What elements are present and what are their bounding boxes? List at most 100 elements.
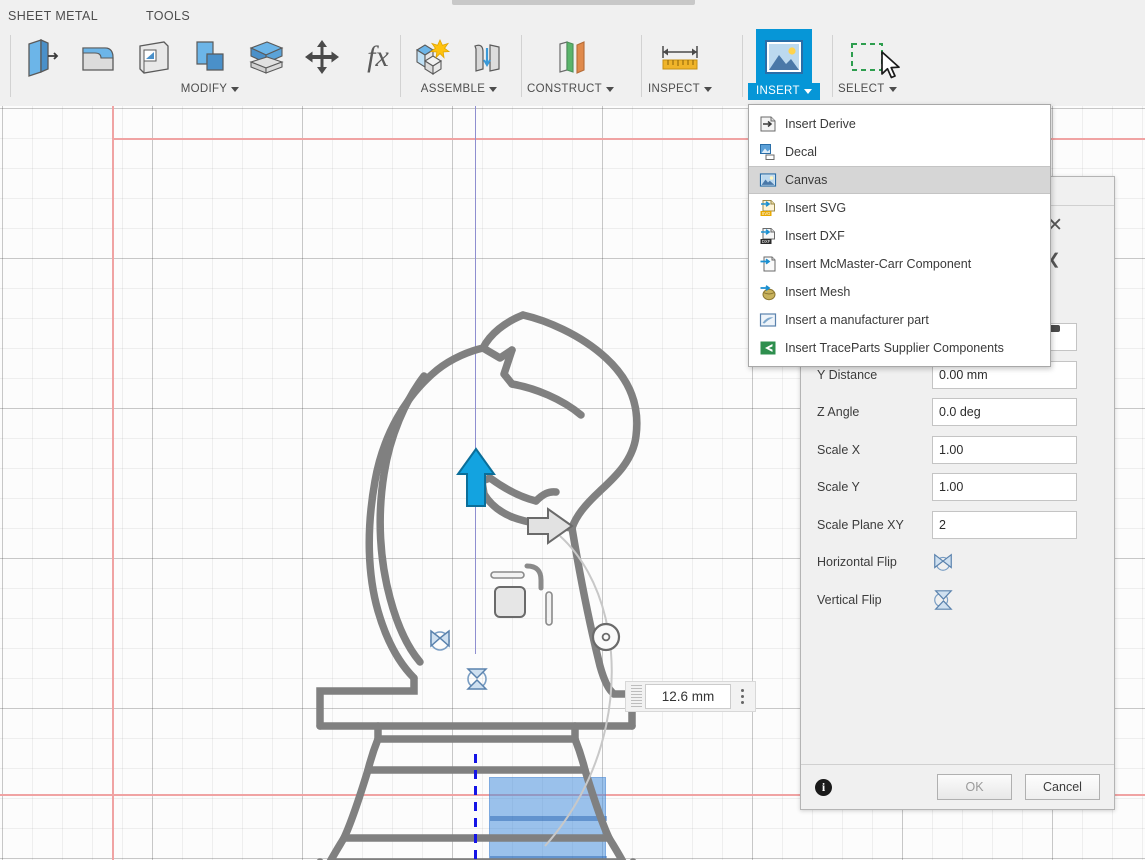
label-horizontal-flip: Horizontal Flip [817, 555, 897, 570]
traceparts-icon [760, 341, 776, 355]
ribbon-panels: fx MODIFY ASSEMBLE CONSTRUCT INSPECT INS… [0, 29, 1145, 106]
move-copy-button[interactable] [294, 29, 350, 85]
chevron-down-icon [888, 86, 897, 92]
flange-icon [28, 39, 59, 77]
combine-icon [196, 41, 224, 71]
input-z-angle[interactable]: 0.0 deg [932, 398, 1077, 427]
row-horizontal-flip: Horizontal Flip [801, 544, 1114, 582]
label-z-angle: Z Angle [817, 405, 860, 420]
mcmaster-icon [760, 256, 776, 272]
unfold-button[interactable] [126, 29, 182, 85]
menu-item-canvas[interactable]: Canvas [749, 166, 1050, 194]
construct-plane-button[interactable] [542, 29, 598, 85]
panel-label-insert-text: INSERT [756, 85, 800, 97]
move-copy-icon [305, 40, 339, 74]
joint-button[interactable] [459, 29, 515, 85]
menu-label: Canvas [785, 173, 828, 187]
insert-mesh-icon [760, 285, 776, 301]
menu-item-insert-svg[interactable]: SVG Insert SVG [749, 194, 1050, 222]
label-scale-x: Scale X [817, 442, 861, 457]
divider-4 [641, 35, 642, 97]
joint-icon [474, 44, 500, 72]
measure-icon [662, 46, 698, 70]
row-scale-y: Scale Y 1.00 [801, 469, 1114, 507]
panel-inspect: INSPECT [648, 29, 712, 106]
move-right-arrow-handle [527, 507, 574, 545]
scale-horizontal-handle [490, 571, 525, 579]
free-move-square-handle [494, 586, 526, 618]
label-y-distance: Y Distance [817, 367, 878, 382]
ribbon-tab-bar: SHEET METAL TOOLS [0, 7, 1145, 29]
svg-text:DXF: DXF [762, 239, 771, 244]
horizontal-flip-icon[interactable] [932, 551, 954, 573]
ok-button[interactable]: OK [937, 774, 1012, 800]
fx-icon: fx [367, 40, 389, 73]
menu-label: Insert TraceParts Supplier Components [785, 341, 1004, 355]
panel-insert: INSERT [748, 29, 820, 106]
label-scale-y: Scale Y [817, 480, 860, 495]
divider-1 [10, 35, 11, 97]
offset-plane-button[interactable] [238, 29, 294, 85]
input-scale-x[interactable]: 1.00 [932, 435, 1077, 464]
bend-icon [82, 47, 114, 71]
label-vertical-flip: Vertical Flip [817, 592, 882, 607]
tab-sheet-metal[interactable]: SHEET METAL [8, 9, 98, 23]
input-scale-y[interactable]: 1.00 [932, 473, 1077, 502]
new-component-button[interactable] [403, 29, 459, 85]
canvas-icon [759, 173, 777, 187]
menu-item-insert-mesh[interactable]: Insert Mesh [749, 278, 1050, 306]
menu-label: Decal [785, 145, 817, 159]
construct-plane-icon [559, 41, 585, 74]
mouse-cursor [881, 51, 900, 79]
combine-button[interactable] [182, 29, 238, 85]
menu-item-insert-mcmaster-carr-component[interactable]: Insert McMaster-Carr Component [749, 250, 1050, 278]
info-icon[interactable]: i [815, 778, 832, 796]
menu-item-insert-a-manufacturer-part[interactable]: Insert a manufacturer part [749, 306, 1050, 334]
menu-item-decal[interactable]: Decal [749, 138, 1050, 166]
svg-text:SVG: SVG [762, 211, 771, 216]
measure-button[interactable] [652, 29, 708, 85]
panel-label-insert[interactable]: INSERT [748, 83, 820, 100]
document-tab[interactable] [452, 0, 695, 5]
divider-2 [400, 35, 401, 97]
menu-label: Insert SVG [785, 201, 847, 215]
divider-5 [742, 35, 743, 97]
rotation-handle [591, 622, 621, 652]
menu-item-insert-traceparts-supplier-components[interactable]: Insert TraceParts Supplier Components [749, 334, 1050, 362]
dimension-input-overlay[interactable]: 12.6 mm [625, 681, 756, 712]
cancel-button[interactable]: Cancel [1025, 774, 1100, 800]
bend-button[interactable] [70, 29, 126, 85]
ribbon-toolbar: SHEET METAL TOOLS fx MODIFY ASSEMBLE CON… [0, 7, 1145, 106]
canvas-dialog-footer: i OK Cancel [801, 764, 1114, 809]
insert-derive-icon [760, 116, 776, 132]
dimension-options-menu[interactable] [731, 684, 753, 709]
vertical-flip-icon[interactable] [932, 589, 954, 611]
menu-item-insert-derive[interactable]: Insert Derive [749, 110, 1050, 138]
chevron-down-icon [605, 86, 614, 92]
input-scale-plane-xy[interactable]: 2 [932, 510, 1077, 539]
vertical-flip-gizmo-icon [466, 668, 488, 690]
panel-assemble: ASSEMBLE [403, 29, 515, 106]
insert-canvas-button[interactable] [755, 29, 812, 85]
divider-6 [832, 35, 833, 97]
unfold-icon [139, 41, 169, 74]
flange-button[interactable] [14, 29, 70, 85]
menu-label: Insert DXF [785, 229, 845, 243]
fx-button[interactable]: fx [350, 29, 406, 85]
insert-dxf-icon: DXF [760, 228, 775, 244]
move-up-arrow-handle [456, 447, 496, 507]
dialog-actions: OK Cancel [937, 774, 1100, 800]
row-scale-x: Scale X 1.00 [801, 431, 1114, 469]
panel-construct: CONSTRUCT [527, 29, 614, 106]
dimension-value-field[interactable]: 12.6 mm [645, 684, 731, 709]
drag-handle-icon[interactable] [631, 684, 642, 709]
decal-icon [760, 144, 775, 160]
insert-canvas-icon [764, 40, 803, 74]
menu-item-insert-dxf[interactable]: DXF Insert DXF [749, 222, 1050, 250]
chevron-down-icon [803, 88, 812, 94]
row-z-angle: Z Angle 0.0 deg [801, 394, 1114, 432]
new-component-icon [415, 39, 451, 75]
tab-tools[interactable]: TOOLS [146, 9, 190, 23]
window-top-strip [0, 0, 1145, 7]
menu-label: Insert Derive [785, 117, 856, 131]
